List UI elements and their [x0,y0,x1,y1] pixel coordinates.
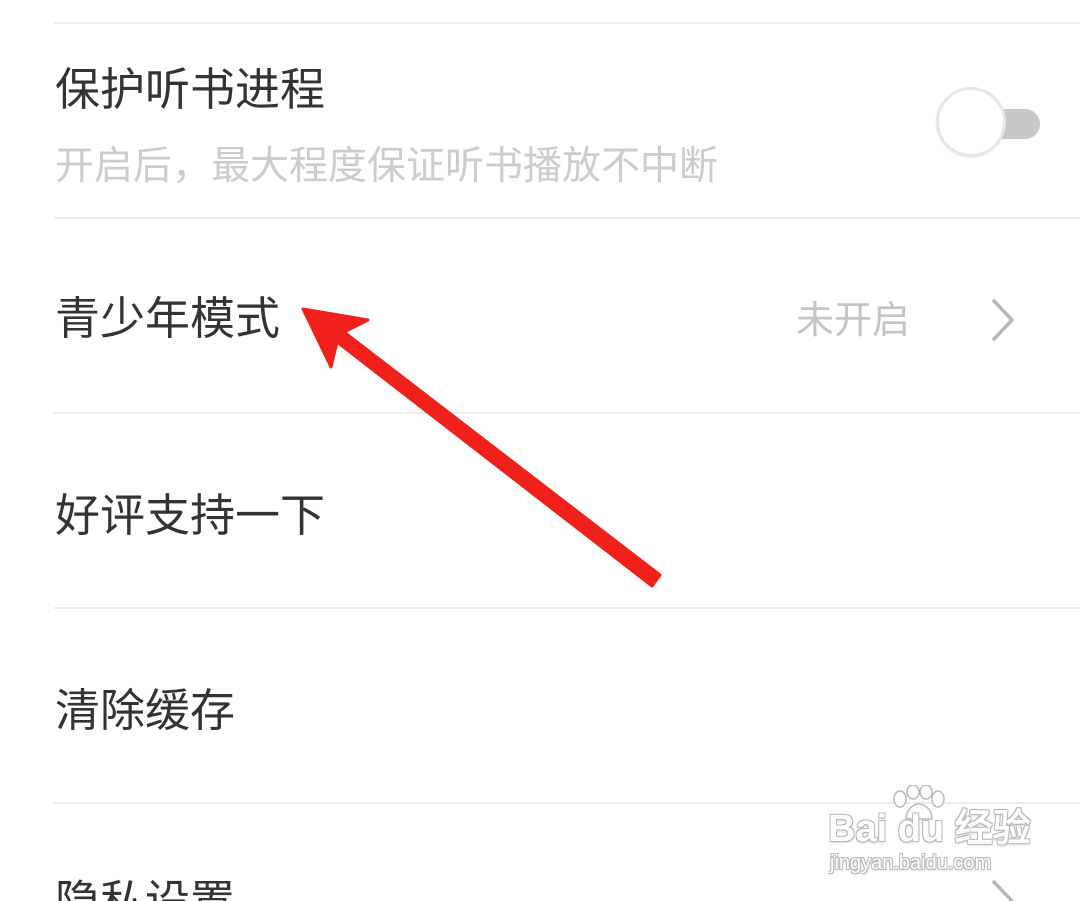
chevron-right-icon [992,299,1014,341]
setting-row-teen-mode[interactable]: 青少年模式 未开启 [0,219,1080,413]
settings-screen: 保护听书进程 开启后，最大程度保证听书播放不中断 青少年模式 未开启 好评支持一… [0,0,1080,901]
protect-listening-toggle[interactable] [936,87,1048,159]
chevron-right-icon [992,880,1014,901]
teen-mode-status: 未开启 [795,298,910,342]
setting-row-rate-us[interactable]: 好评支持一下 [0,414,1080,608]
watermark-url: jingyan.baidu.com [830,852,992,874]
setting-title: 隐私设置 [55,876,235,901]
setting-title: 青少年模式 [55,292,281,345]
baidu-watermark: Bai du 经验 jingyan.baidu.com [826,785,1031,881]
setting-title: 清除缓存 [55,684,236,737]
setting-row-clear-cache[interactable]: 清除缓存 [0,609,1080,803]
setting-title: 保护听书进程 [55,63,326,116]
toggle-knob [936,87,1006,157]
setting-row-protect-listening[interactable]: 保护听书进程 开启后，最大程度保证听书播放不中断 [0,24,1080,218]
watermark-brand: Bai du 经验 [828,808,1031,850]
setting-title: 好评支持一下 [55,489,326,542]
setting-subtitle: 开启后，最大程度保证听书播放不中断 [55,144,719,189]
